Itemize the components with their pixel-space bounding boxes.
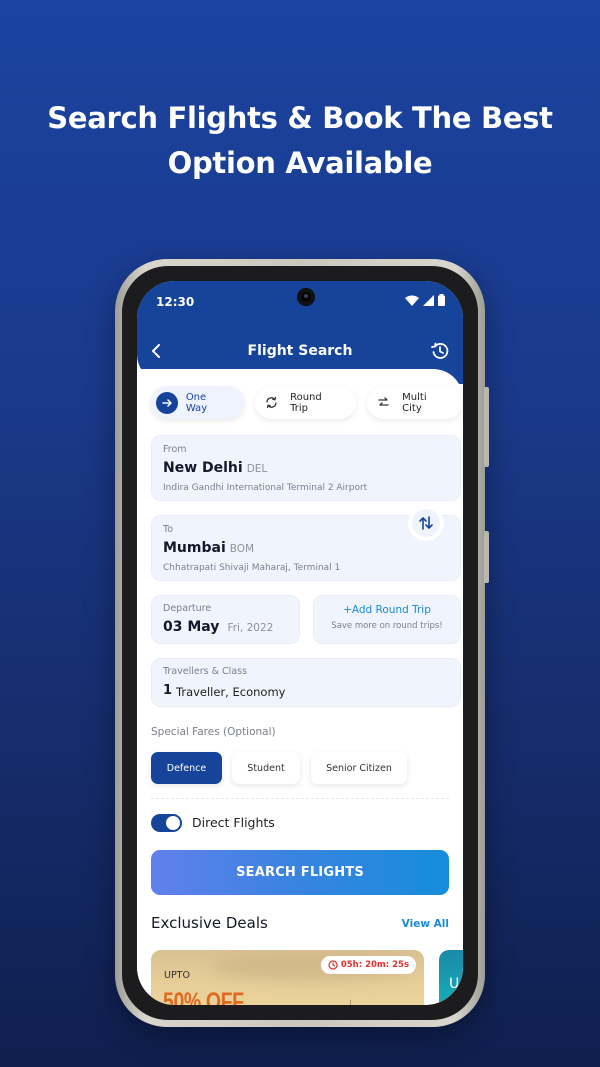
to-label: To bbox=[163, 524, 174, 535]
deal-background-pole bbox=[350, 1000, 351, 1005]
wifi-icon bbox=[405, 295, 419, 306]
phone-bezel: 12:30 Flight Search One Way Round Trip M… bbox=[122, 266, 478, 1020]
tab-one-way[interactable]: One Way bbox=[151, 386, 245, 419]
battery-icon bbox=[438, 294, 445, 306]
travellers-class-field[interactable]: Travellers & Class 1 Traveller, Economy bbox=[151, 658, 461, 707]
tab-multi-city[interactable]: Multi City bbox=[367, 386, 463, 419]
tab-label: One Way bbox=[185, 391, 208, 414]
status-time: 12:30 bbox=[156, 295, 195, 309]
front-camera bbox=[297, 288, 315, 306]
swap-cities-button[interactable] bbox=[408, 505, 444, 541]
departure-date-value: 03 May bbox=[163, 619, 220, 635]
add-round-trip-title: +Add Round Trip bbox=[343, 604, 431, 616]
status-icons bbox=[405, 294, 445, 306]
deal-card[interactable]: 05h: 20m: 25s UPTO 50% OFF bbox=[151, 950, 424, 1005]
fare-chip-defence[interactable]: Defence bbox=[151, 752, 222, 784]
departure-label: Departure bbox=[163, 603, 212, 614]
special-fares-label: Special Fares (Optional) bbox=[151, 726, 276, 738]
from-code: DEL bbox=[246, 463, 268, 475]
deal-offer: 50% OFF bbox=[163, 988, 244, 1005]
swap-horizontal-icon bbox=[372, 392, 394, 414]
swap-vertical-icon bbox=[419, 516, 433, 530]
fare-chip-student[interactable]: Student bbox=[232, 752, 300, 784]
from-city-name: New Delhi bbox=[163, 460, 243, 476]
to-city: Mumbai BOM bbox=[163, 540, 254, 556]
promo-headline: Search Flights & Book The Best Option Av… bbox=[0, 96, 600, 186]
traveller-count: 1 bbox=[163, 683, 173, 698]
view-all-link[interactable]: View All bbox=[402, 918, 449, 930]
headline-line-1: Search Flights & Book The Best bbox=[47, 101, 553, 135]
deal-upto: UPTO bbox=[164, 970, 190, 981]
clock-icon bbox=[328, 960, 338, 970]
deal-offer: 5 bbox=[449, 998, 463, 1005]
deals-title: Exclusive Deals bbox=[151, 914, 268, 932]
section-divider bbox=[151, 798, 449, 799]
deal-card[interactable]: Upt 5 bbox=[439, 950, 463, 1005]
to-airport: Chhatrapati Shivaji Maharaj, Terminal 1 bbox=[163, 563, 341, 573]
page-title: Flight Search bbox=[247, 343, 353, 359]
direct-flights-toggle[interactable] bbox=[151, 814, 182, 832]
from-label: From bbox=[163, 444, 187, 455]
phone-screen: 12:30 Flight Search One Way Round Trip M… bbox=[137, 281, 463, 1005]
refresh-icon bbox=[260, 392, 282, 414]
trip-type-tabs: One Way Round Trip Multi City bbox=[151, 386, 463, 419]
phone-frame: 12:30 Flight Search One Way Round Trip M… bbox=[115, 259, 489, 1027]
tab-round-trip[interactable]: Round Trip bbox=[255, 386, 357, 419]
from-airport: Indira Gandhi International Terminal 2 A… bbox=[163, 483, 368, 493]
fare-chip-senior-citizen[interactable]: Senior Citizen bbox=[311, 752, 407, 784]
tab-label: Round Trip bbox=[290, 391, 322, 414]
travellers-label: Travellers & Class bbox=[163, 666, 248, 677]
from-city: New Delhi DEL bbox=[163, 460, 267, 476]
departure-date: 03 May Fri, 2022 bbox=[163, 619, 273, 635]
traveller-detail: Traveller, Economy bbox=[176, 685, 286, 699]
add-round-trip-subtitle: Save more on round trips! bbox=[331, 621, 443, 631]
deal-upto: Upt bbox=[449, 976, 463, 992]
add-round-trip-button[interactable]: +Add Round Trip Save more on round trips… bbox=[313, 595, 461, 644]
deal-timer: 05h: 20m: 25s bbox=[320, 956, 416, 974]
signal-icon bbox=[423, 294, 434, 306]
arrow-right-icon bbox=[156, 391, 178, 414]
tab-label: Multi City bbox=[402, 391, 427, 414]
headline-line-2: Option Available bbox=[167, 146, 433, 180]
direct-flights-label: Direct Flights bbox=[192, 815, 275, 830]
from-field[interactable]: From New Delhi DEL Indira Gandhi Internat… bbox=[151, 435, 461, 501]
volume-button bbox=[484, 387, 489, 467]
power-button bbox=[484, 531, 489, 583]
search-flights-button[interactable]: SEARCH FLIGHTS bbox=[151, 850, 449, 895]
deal-timer-value: 05h: 20m: 25s bbox=[340, 960, 409, 970]
to-code: BOM bbox=[229, 543, 255, 555]
search-form: One Way Round Trip Multi City From New D… bbox=[137, 369, 463, 1005]
departure-field[interactable]: Departure 03 May Fri, 2022 bbox=[151, 595, 300, 644]
departure-day-year: Fri, 2022 bbox=[227, 622, 274, 634]
to-city-name: Mumbai bbox=[163, 540, 226, 556]
history-icon[interactable] bbox=[430, 341, 450, 361]
